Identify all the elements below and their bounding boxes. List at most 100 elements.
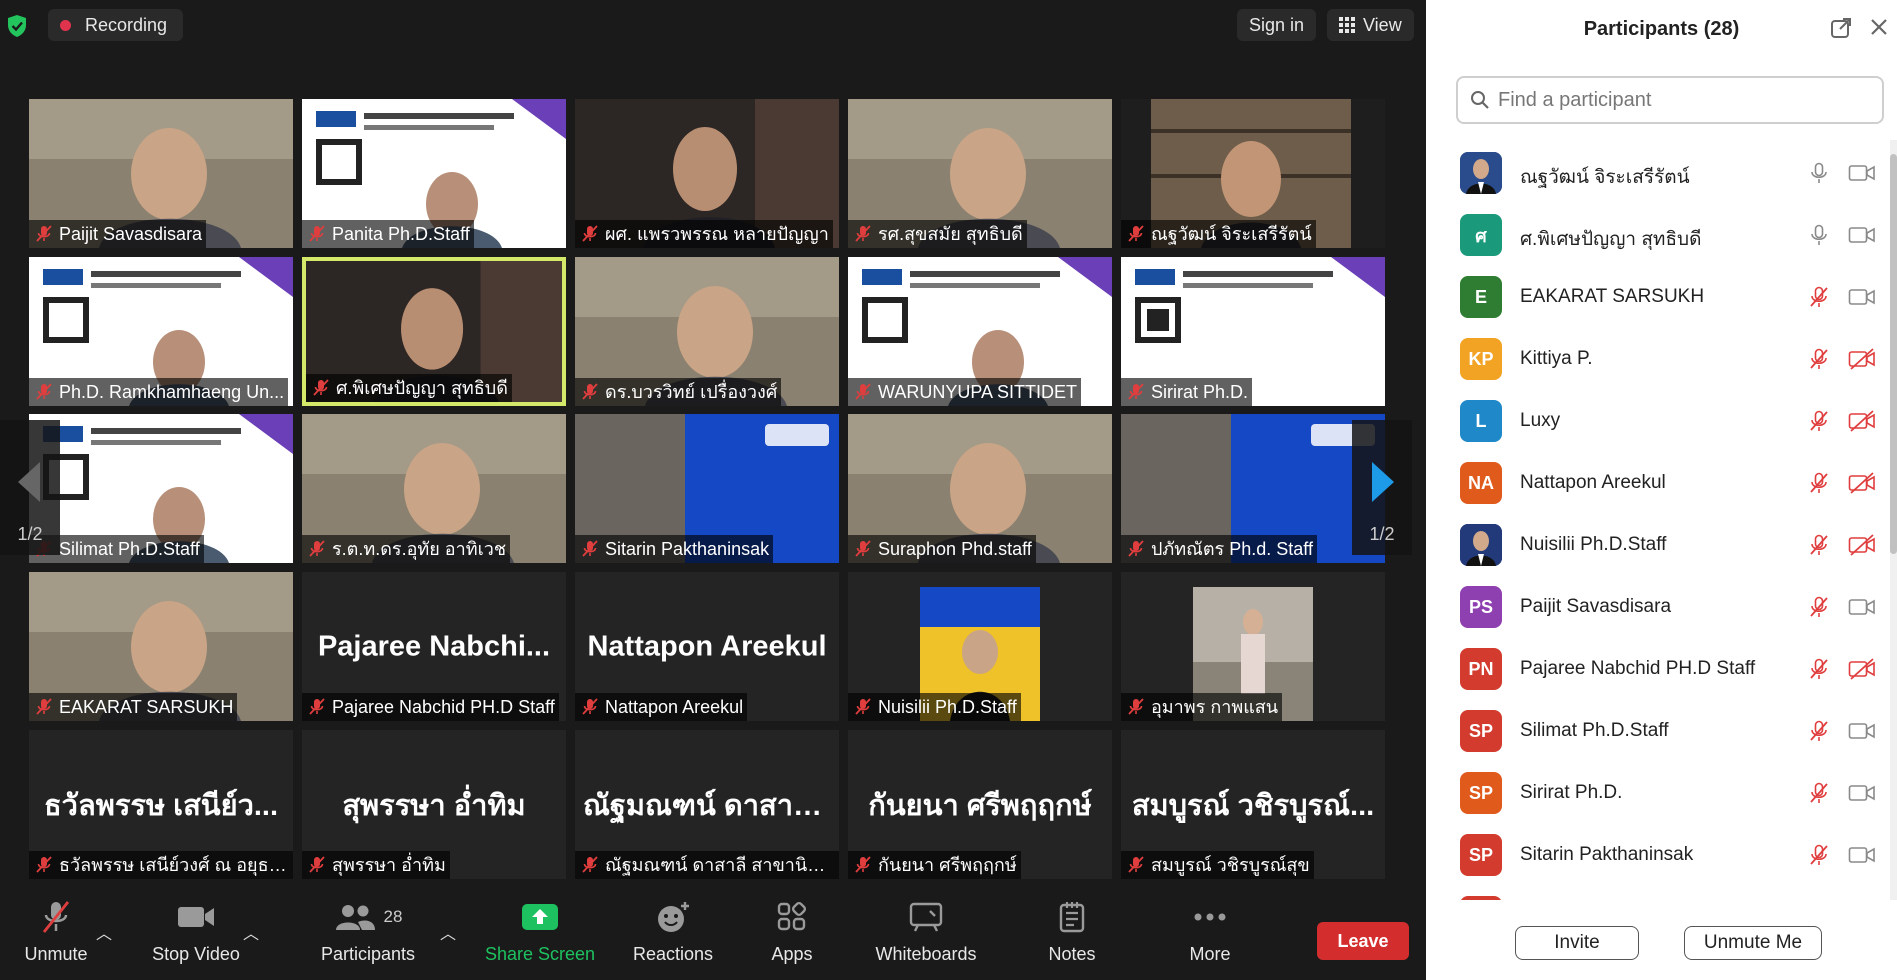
- video-options-caret-icon[interactable]: ︿: [243, 920, 259, 944]
- video-tile[interactable]: สมบูรณ์ วชิรบูรณ์... สมบูรณ์ วชิรบูรณ์สุข: [1121, 730, 1385, 879]
- video-tile[interactable]: ร.ต.ท.ดร.อุทัย อาทิเวช: [302, 414, 566, 563]
- notes-button[interactable]: Notes: [1044, 892, 1100, 980]
- shield-icon[interactable]: [6, 14, 28, 38]
- participant-row[interactable]: ศ ศ.พิเศษปัญญา สุทธิบดี: [1426, 204, 1886, 266]
- tile-name-label: Pajaree Nabchid PH.D Staff: [302, 693, 559, 721]
- video-tile[interactable]: Silimat Ph.D.Staff: [29, 414, 293, 563]
- participant-row[interactable]: PS Paijit Savasdisara: [1426, 576, 1886, 638]
- tile-name-text: กันยนา ศรีพฤฤกษ์: [878, 855, 1017, 875]
- tile-display-name: ธวัลพรรษ เสนีย์ว...: [43, 789, 279, 822]
- video-tile[interactable]: ผศ. แพรวพรรณ หลายปัญญา: [575, 99, 839, 248]
- participant-row[interactable]: [1426, 886, 1886, 900]
- video-tile[interactable]: กันยนา ศรีพฤฤกษ์ กันยนา ศรีพฤฤกษ์: [848, 730, 1112, 879]
- video-camera-icon[interactable]: [1848, 782, 1876, 804]
- participant-row[interactable]: SP Silimat Ph.D.Staff: [1426, 700, 1886, 762]
- tile-name-label: กันยนา ศรีพฤฤกษ์: [848, 851, 1021, 879]
- microphone-muted-icon[interactable]: [1808, 782, 1830, 804]
- sign-in-button[interactable]: Sign in: [1237, 9, 1317, 41]
- more-button[interactable]: More: [1184, 892, 1236, 980]
- microphone-muted-icon[interactable]: [1808, 844, 1830, 866]
- next-page-button[interactable]: 1/2: [1352, 420, 1412, 555]
- participant-row[interactable]: Nuisilii Ph.D.Staff: [1426, 514, 1886, 576]
- whiteboards-button[interactable]: Whiteboards: [870, 892, 982, 980]
- tile-name-label: Panita Ph.D.Staff: [302, 220, 474, 248]
- video-tile[interactable]: ศ.พิเศษปัญญา สุทธิบดี: [302, 257, 566, 406]
- video-tile[interactable]: ณฐวัฒน์ จิระเสรีรัตน์: [1121, 99, 1385, 248]
- video-tile[interactable]: รศ.สุขสมัย สุทธิบดี: [848, 99, 1112, 248]
- participant-row[interactable]: ณฐวัฒน์ จิระเสรีรัตน์: [1426, 142, 1886, 204]
- participant-row[interactable]: SP Sirirat Ph.D.: [1426, 762, 1886, 824]
- video-off-icon[interactable]: [1848, 472, 1876, 494]
- share-screen-button[interactable]: Share Screen: [480, 892, 600, 980]
- video-tile[interactable]: ณัฐมณฑน์ ดาสาลี... ณัฐมณฑน์ ดาสาลี สาขานิ…: [575, 730, 839, 879]
- view-button[interactable]: View: [1327, 9, 1414, 41]
- video-camera-icon[interactable]: [1848, 596, 1876, 618]
- microphone-muted-icon[interactable]: [1808, 348, 1830, 370]
- video-tile[interactable]: ปภัทณัตร Ph.d. Staff: [1121, 414, 1385, 563]
- video-camera-icon[interactable]: [1848, 162, 1876, 184]
- video-tile[interactable]: Panita Ph.D.Staff: [302, 99, 566, 248]
- participant-row[interactable]: KP Kittiya P.: [1426, 328, 1886, 390]
- close-icon[interactable]: [1869, 17, 1889, 37]
- microphone-muted-icon[interactable]: [1808, 410, 1830, 432]
- video-off-icon[interactable]: [1848, 410, 1876, 432]
- scrollbar-thumb[interactable]: [1890, 154, 1897, 554]
- audio-options-caret-icon[interactable]: ︿: [96, 920, 112, 944]
- video-tile[interactable]: Pajaree Nabchi... Pajaree Nabchid PH.D St…: [302, 572, 566, 721]
- pop-out-icon[interactable]: [1830, 17, 1852, 39]
- participant-search[interactable]: [1456, 76, 1884, 124]
- video-tile[interactable]: Paijit Savasdisara: [29, 99, 293, 248]
- microphone-muted-icon[interactable]: [1808, 286, 1830, 308]
- microphone-icon[interactable]: [1808, 162, 1830, 184]
- video-off-icon[interactable]: [1848, 534, 1876, 556]
- tile-name-label: EAKARAT SARSUKH: [29, 693, 238, 721]
- participant-row[interactable]: SP Sitarin Pakthaninsak: [1426, 824, 1886, 886]
- invite-button[interactable]: Invite: [1515, 926, 1639, 960]
- video-tile[interactable]: สุพรรษา อ่ำทิม สุพรรษา อ่ำทิม: [302, 730, 566, 879]
- video-off-icon[interactable]: [1848, 348, 1876, 370]
- video-tile[interactable]: Suraphon Phd.staff: [848, 414, 1112, 563]
- microphone-muted-icon[interactable]: [1808, 658, 1830, 680]
- participant-row[interactable]: E EAKARAT SARSUKH: [1426, 266, 1886, 328]
- video-camera-icon[interactable]: [1848, 720, 1876, 742]
- video-camera-icon[interactable]: [1848, 844, 1876, 866]
- microphone-muted-icon: [309, 225, 325, 242]
- microphone-muted-icon[interactable]: [1808, 720, 1830, 742]
- video-camera-icon[interactable]: [1848, 286, 1876, 308]
- video-tile[interactable]: EAKARAT SARSUKH: [29, 572, 293, 721]
- participants-options-caret-icon[interactable]: ︿: [440, 920, 456, 944]
- video-tile[interactable]: ธวัลพรรษ เสนีย์ว... ธวัลพรรษ เสนีย์วงศ์ ณ…: [29, 730, 293, 879]
- reactions-button[interactable]: Reactions: [628, 892, 718, 980]
- participant-row[interactable]: L Luxy: [1426, 390, 1886, 452]
- video-tile[interactable]: Sitarin Pakthaninsak: [575, 414, 839, 563]
- leave-button[interactable]: Leave: [1317, 922, 1409, 960]
- video-tile[interactable]: Nattapon Areekul Nattapon Areekul: [575, 572, 839, 721]
- previous-page-button[interactable]: 1/2: [0, 420, 60, 555]
- video-tile[interactable]: ดร.บวรวิทย์ เปรื่องวงศ์: [575, 257, 839, 406]
- video-tile[interactable]: WARUNYUPA SITTIDET: [848, 257, 1112, 406]
- tile-name-label: ณัฐมณฑน์ ดาสาลี สาขานิติศ...: [575, 851, 839, 879]
- tile-name-text: Nuisilii Ph.D.Staff: [878, 697, 1017, 717]
- participants-button[interactable]: 28 Participants: [316, 892, 420, 980]
- microphone-icon[interactable]: [1808, 224, 1830, 246]
- recording-indicator[interactable]: Recording: [48, 9, 184, 41]
- video-off-icon[interactable]: [1848, 658, 1876, 680]
- participant-name: Sirirat Ph.D.: [1520, 782, 1623, 803]
- microphone-muted-icon[interactable]: [1808, 596, 1830, 618]
- video-camera-icon[interactable]: [1848, 224, 1876, 246]
- unmute-me-button[interactable]: Unmute Me: [1684, 926, 1822, 960]
- video-tile[interactable]: Nuisilii Ph.D.Staff: [848, 572, 1112, 721]
- video-tile[interactable]: Sirirat Ph.D.: [1121, 257, 1385, 406]
- participant-row[interactable]: PN Pajaree Nabchid PH.D Staff: [1426, 638, 1886, 700]
- search-input[interactable]: [1498, 88, 1858, 112]
- video-tile[interactable]: Ph.D. Ramkhamhaeng Un...: [29, 257, 293, 406]
- microphone-muted-icon[interactable]: [1808, 472, 1830, 494]
- video-tile[interactable]: อุมาพร กาพแสน: [1121, 572, 1385, 721]
- microphone-muted-icon[interactable]: [1808, 534, 1830, 556]
- stop-video-button[interactable]: Stop Video: [146, 892, 246, 980]
- apps-button[interactable]: Apps: [760, 892, 824, 980]
- unmute-button[interactable]: Unmute: [14, 892, 98, 980]
- participant-row[interactable]: NA Nattapon Areekul: [1426, 452, 1886, 514]
- participant-list-scrollbar[interactable]: [1890, 140, 1897, 900]
- apps-icon: [777, 901, 807, 931]
